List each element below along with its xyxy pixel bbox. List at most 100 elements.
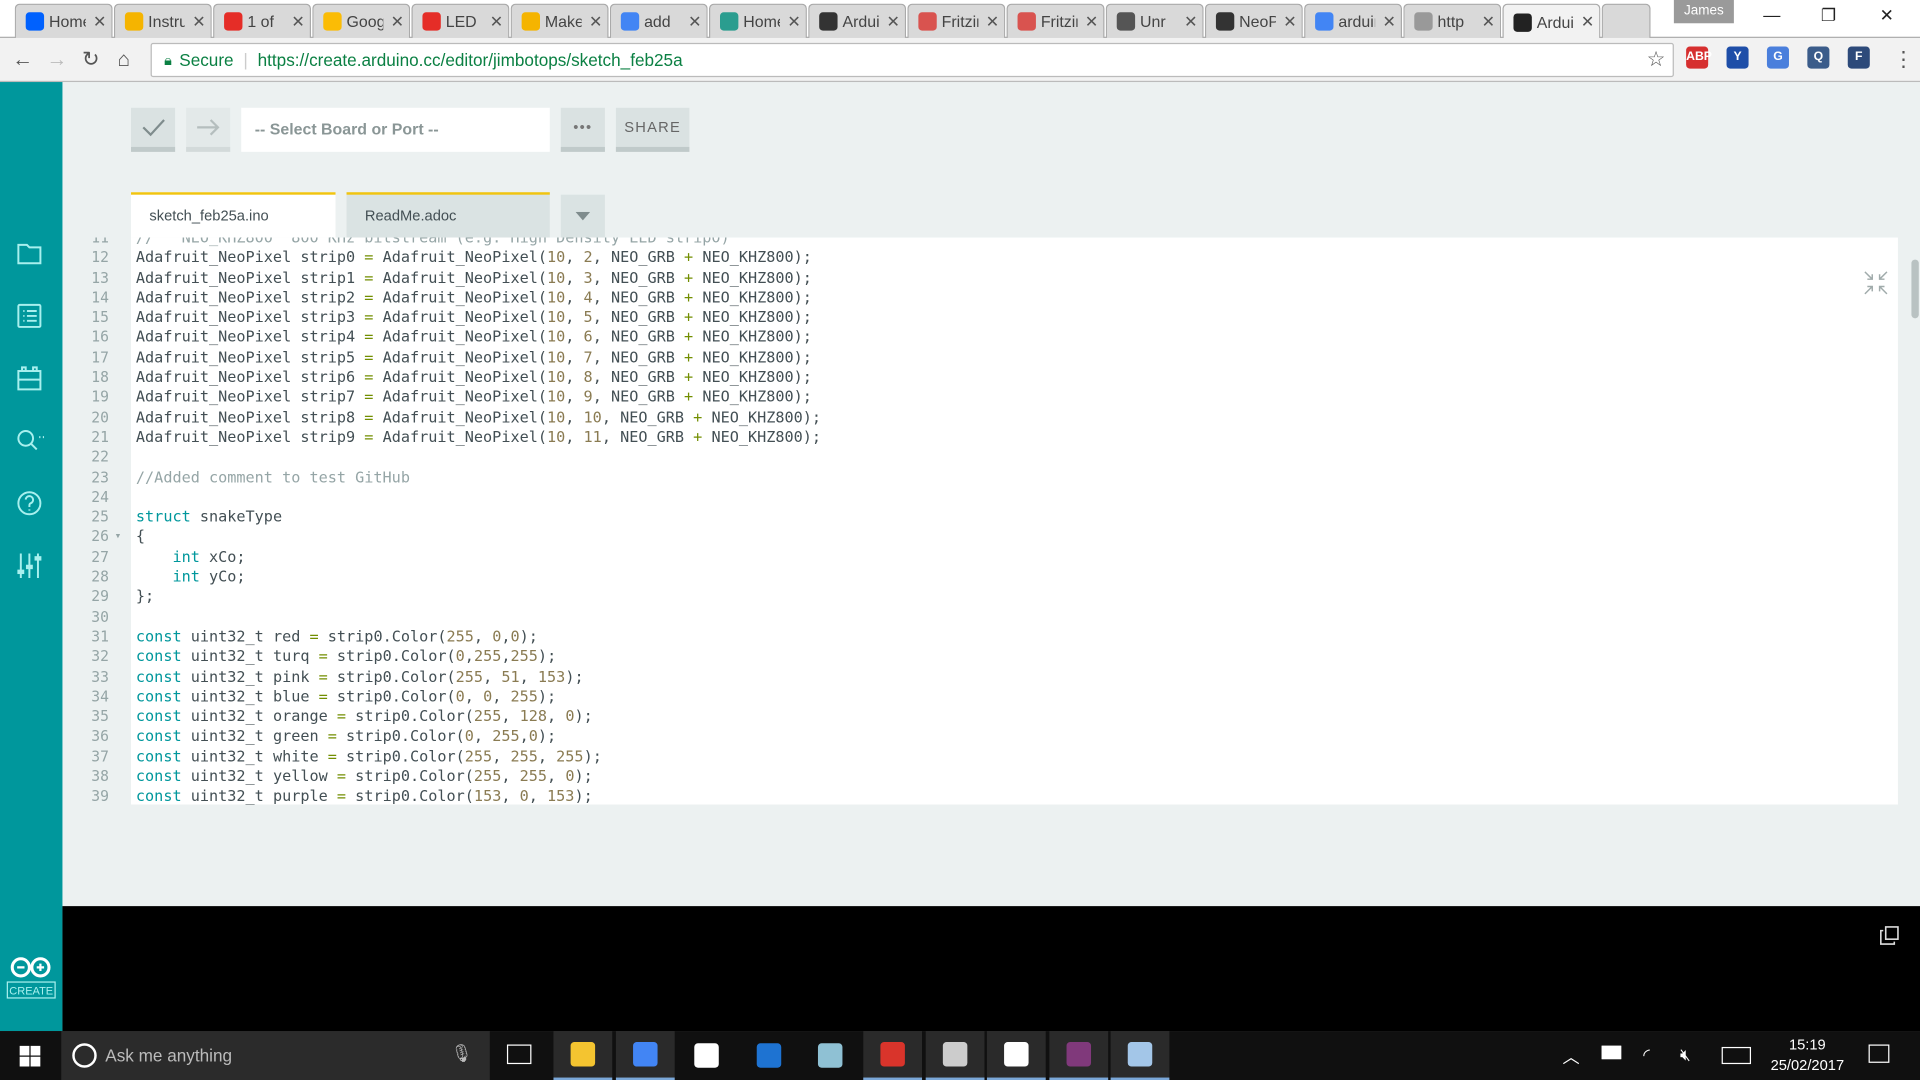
browser-tab[interactable]: Make ✕ (510, 3, 609, 38)
browser-tab[interactable]: NeoPixel ✕ (1204, 3, 1303, 38)
close-tab-icon[interactable]: ✕ (391, 12, 404, 32)
close-tab-icon[interactable]: ✕ (1184, 12, 1197, 32)
forward-icon[interactable]: → (47, 48, 68, 72)
close-tab-icon[interactable]: ✕ (192, 12, 205, 32)
file-tab-sketch[interactable]: sketch_feb25a.ino (131, 192, 336, 238)
code-line[interactable]: Adafruit_NeoPixel strip8 = Adafruit_NeoP… (131, 407, 1898, 427)
taskbar-app[interactable] (1111, 1031, 1170, 1080)
library-icon[interactable] (15, 364, 44, 393)
restore-button[interactable]: ❐ (1821, 5, 1836, 26)
close-tab-icon[interactable]: ✕ (787, 12, 800, 32)
taskbar-app[interactable] (925, 1031, 984, 1080)
code-line[interactable] (131, 447, 1898, 467)
close-tab-icon[interactable]: ✕ (1382, 12, 1395, 32)
code-line[interactable]: const uint32_t turq = strip0.Color(0,255… (131, 647, 1898, 667)
bookmark-star-icon[interactable]: ☆ (1647, 48, 1666, 72)
preferences-icon[interactable] (15, 551, 44, 580)
tabs-dropdown-button[interactable] (560, 194, 605, 238)
extension-icon[interactable]: Q (1807, 46, 1830, 69)
cortana-search-box[interactable]: Ask me anything 🎙︎ (61, 1031, 490, 1080)
monitor-icon[interactable] (15, 426, 45, 455)
microphone-icon[interactable]: 🎙︎ (451, 1043, 473, 1064)
extension-icon[interactable]: G (1766, 46, 1789, 69)
close-tab-icon[interactable]: ✕ (93, 12, 106, 32)
close-tab-icon[interactable]: ✕ (986, 12, 999, 32)
chevron-up-icon[interactable]: ︿ (1562, 1044, 1579, 1068)
extension-icon[interactable]: Y (1726, 46, 1749, 69)
code-line[interactable]: const uint32_t green = strip0.Color(0, 2… (131, 727, 1898, 747)
back-icon[interactable]: ← (12, 48, 33, 72)
address-bar[interactable]: 🔒︎ Secure | https://create.arduino.cc/ed… (150, 42, 1674, 78)
code-line[interactable] (131, 487, 1898, 507)
minimize-button[interactable]: — (1763, 5, 1780, 25)
code-line[interactable]: Adafruit_NeoPixel strip5 = Adafruit_NeoP… (131, 347, 1898, 367)
browser-tab[interactable]: Home ✕ (14, 3, 113, 38)
profile-button[interactable]: James (1673, 0, 1734, 24)
help-icon[interactable] (15, 489, 44, 518)
code-line[interactable]: int yCo; (131, 567, 1898, 587)
taskbar-app[interactable] (553, 1031, 613, 1080)
reload-icon[interactable]: ↻ (82, 48, 99, 72)
taskbar-app[interactable] (1049, 1031, 1108, 1080)
code-line[interactable]: Adafruit_NeoPixel strip1 = Adafruit_NeoP… (131, 268, 1898, 288)
code-line[interactable]: Adafruit_NeoPixel strip2 = Adafruit_NeoP… (131, 288, 1898, 308)
code-line[interactable]: Adafruit_NeoPixel strip7 = Adafruit_NeoP… (131, 387, 1898, 407)
close-tab-icon[interactable]: ✕ (291, 12, 304, 32)
task-view-icon[interactable] (506, 1044, 532, 1065)
code-line[interactable]: //Added comment to test GitHub (131, 467, 1898, 487)
taskbar-app[interactable] (801, 1031, 860, 1080)
code-line[interactable]: Adafruit_NeoPixel strip3 = Adafruit_NeoP… (131, 308, 1898, 328)
browser-tab[interactable]: Unr ✕ (1105, 3, 1204, 38)
extension-icon[interactable]: F (1847, 46, 1870, 69)
code-line[interactable]: // NEO_KHZ800 800 KHz bitstream (e.g. Hi… (131, 238, 1898, 248)
code-line[interactable]: Adafruit_NeoPixel strip6 = Adafruit_NeoP… (131, 367, 1898, 387)
collapse-icon[interactable] (1862, 269, 1889, 296)
browser-tab[interactable]: Fritzing ✕ (907, 3, 1006, 38)
code-line[interactable]: const uint32_t orange = strip0.Color(255… (131, 707, 1898, 727)
upload-button[interactable] (186, 107, 231, 152)
taskbar-app[interactable] (987, 1031, 1046, 1080)
battery-icon[interactable] (1601, 1045, 1622, 1060)
close-tab-icon[interactable]: ✕ (1482, 12, 1495, 32)
folder-icon[interactable] (15, 239, 44, 268)
new-tab-button[interactable] (1601, 3, 1651, 38)
more-button[interactable]: ••• (560, 107, 605, 152)
code-line[interactable]: { (131, 527, 1898, 547)
taskbar-app[interactable] (615, 1031, 675, 1080)
browser-tab[interactable]: Home ✕ (708, 3, 807, 38)
close-tab-icon[interactable]: ✕ (1581, 12, 1594, 32)
menu-icon[interactable]: ⋮ (1893, 48, 1914, 72)
close-window-button[interactable]: ✕ (1880, 5, 1894, 26)
close-tab-icon[interactable]: ✕ (490, 12, 503, 32)
windows-start-icon[interactable] (19, 1045, 41, 1067)
browser-tab[interactable]: Arduino ✕ (1502, 3, 1601, 40)
close-tab-icon[interactable]: ✕ (688, 12, 701, 32)
code-line[interactable]: const uint32_t yellow = strip0.Color(255… (131, 767, 1898, 787)
browser-tab[interactable]: http ✕ (1403, 3, 1502, 38)
taskbar-app[interactable] (739, 1031, 798, 1080)
code-line[interactable]: const uint32_t red = strip0.Color(255, 0… (131, 627, 1898, 647)
fold-arrow-icon[interactable]: ▾ (115, 527, 122, 547)
code-line[interactable]: Adafruit_NeoPixel strip9 = Adafruit_NeoP… (131, 427, 1898, 447)
action-center-icon[interactable] (1868, 1044, 1890, 1063)
extension-icon[interactable]: ABP (1686, 46, 1712, 69)
arduino-create-logo[interactable]: CREATE (6, 955, 56, 1002)
volume-muted-icon[interactable]: 🔇︎ (1680, 1044, 1691, 1065)
browser-tab[interactable]: LED ✕ (411, 3, 510, 38)
share-button[interactable]: SHARE (615, 107, 690, 152)
code-line[interactable]: Adafruit_NeoPixel strip4 = Adafruit_NeoP… (131, 328, 1898, 348)
close-tab-icon[interactable]: ✕ (1085, 12, 1098, 32)
browser-tab[interactable]: Google Photos ✕ (312, 3, 411, 38)
code-editor[interactable]: // NEO_KHZ800 800 KHz bitstream (e.g. Hi… (131, 237, 1898, 805)
file-tab-readme[interactable]: ReadMe.adoc (346, 192, 550, 238)
close-tab-icon[interactable]: ✕ (589, 12, 602, 32)
close-tab-icon[interactable]: ✕ (887, 12, 900, 32)
browser-tab[interactable]: Arduino ✕ (808, 3, 907, 38)
code-line[interactable]: const uint32_t pink = strip0.Color(255, … (131, 667, 1898, 687)
code-line[interactable]: const uint32_t purple = strip0.Color(153… (131, 787, 1898, 805)
clock[interactable]: 15:19 25/02/2017 (1763, 1035, 1851, 1077)
editor-scrollbar[interactable] (1911, 259, 1919, 319)
browser-tab[interactable]: 1 of ✕ (213, 3, 312, 38)
browser-tab[interactable]: add ✕ (609, 3, 708, 38)
code-line[interactable]: }; (131, 587, 1898, 607)
